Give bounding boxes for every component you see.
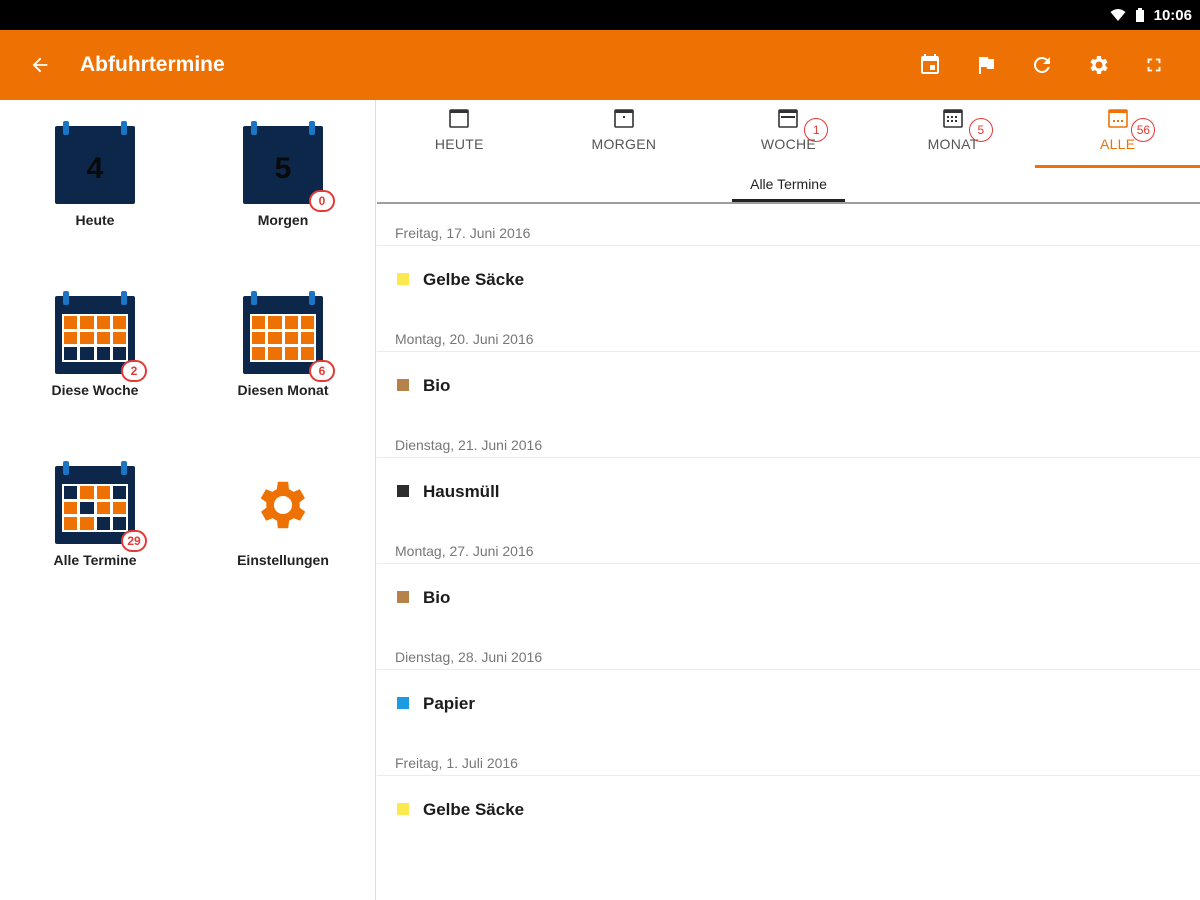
- tile-morgen-label: Morgen: [257, 212, 309, 228]
- schedule-group: Freitag, 17. Juni 2016 Gelbe Säcke: [377, 220, 1200, 326]
- subtab-alle-termine[interactable]: Alle Termine: [732, 168, 845, 202]
- waste-color-swatch: [397, 379, 409, 391]
- tab-monat[interactable]: MONAT 5: [871, 100, 1036, 168]
- tab-morgen-label: MORGEN: [591, 136, 657, 152]
- waste-type-label: Gelbe Säcke: [423, 800, 525, 819]
- waste-type-label: Bio: [423, 588, 451, 607]
- tile-heute[interactable]: 4 Heute: [20, 121, 170, 228]
- schedule-group: Montag, 20. Juni 2016 Bio: [377, 326, 1200, 432]
- wifi-icon: [1110, 9, 1126, 21]
- date-header: Montag, 27. Juni 2016: [377, 538, 1200, 564]
- tile-einstellungen[interactable]: Einstellungen: [208, 466, 358, 568]
- list-item[interactable]: Gelbe Säcke: [377, 776, 1200, 856]
- tile-heute-label: Heute: [75, 212, 115, 228]
- waste-type-label: Bio: [423, 376, 451, 395]
- tile-alle-badge: 29: [121, 530, 147, 552]
- schedule-panel: HEUTE MORGEN WOCHE 1 MONAT 5 ALLE 56 All…: [377, 100, 1200, 900]
- schedule-group: Dienstag, 21. Juni 2016 Hausmüll: [377, 432, 1200, 538]
- app-bar: Abfuhrtermine: [0, 30, 1200, 100]
- tile-monat-label: Diesen Monat: [237, 382, 329, 398]
- calendar-event-button[interactable]: [902, 37, 958, 93]
- waste-color-swatch: [397, 803, 409, 815]
- tile-woche-label: Diese Woche: [51, 382, 139, 398]
- list-item[interactable]: Bio: [377, 564, 1200, 644]
- tile-einstellungen-label: Einstellungen: [237, 552, 329, 568]
- gear-icon: [260, 481, 306, 529]
- tile-alle-termine[interactable]: 29 Alle Termine: [20, 461, 170, 568]
- flag-button[interactable]: [958, 37, 1014, 93]
- dashboard-panel: 4 Heute 5 0 Morgen 2 Diese Woche 6 Diese…: [0, 100, 376, 900]
- waste-color-swatch: [397, 591, 409, 603]
- date-header: Montag, 20. Juni 2016: [377, 326, 1200, 352]
- calendar-month-icon: [943, 109, 963, 128]
- tab-alle-badge: 56: [1131, 118, 1156, 142]
- subtab-bar: Alle Termine: [377, 168, 1200, 204]
- calendar-tomorrow-icon: 5 0: [243, 121, 335, 212]
- date-header: Dienstag, 21. Juni 2016: [377, 432, 1200, 458]
- calendar-icon: [614, 109, 634, 128]
- calendar-month-icon: 6: [243, 291, 335, 382]
- tab-morgen[interactable]: MORGEN: [542, 100, 707, 168]
- tile-heute-number: 4: [86, 152, 104, 185]
- waste-color-swatch: [397, 485, 409, 497]
- date-header: Dienstag, 28. Juni 2016: [377, 644, 1200, 670]
- list-item[interactable]: Papier: [377, 670, 1200, 750]
- tile-diesen-monat[interactable]: 6 Diesen Monat: [208, 291, 358, 398]
- tile-morgen-number: 5: [274, 152, 292, 185]
- calendar-all-icon: 29: [55, 461, 147, 552]
- calendar-today-icon: 4: [55, 121, 135, 204]
- tab-heute-label: HEUTE: [434, 136, 484, 152]
- flag-icon: [979, 57, 994, 74]
- tile-monat-badge: 6: [309, 360, 335, 382]
- waste-color-swatch: [397, 697, 409, 709]
- tile-diese-woche[interactable]: 2 Diese Woche: [20, 291, 170, 398]
- calendar-icon: [449, 109, 470, 128]
- gear-icon: [1090, 56, 1108, 74]
- settings-button[interactable]: [1070, 37, 1126, 93]
- tab-woche-badge: 1: [804, 118, 829, 142]
- calendar-week-icon: 2: [55, 291, 147, 382]
- fullscreen-button[interactable]: [1126, 37, 1182, 93]
- back-button[interactable]: [0, 30, 80, 100]
- tab-woche[interactable]: WOCHE 1: [706, 100, 871, 168]
- tile-alle-label: Alle Termine: [53, 552, 137, 568]
- tile-woche-badge: 2: [121, 360, 147, 382]
- list-item[interactable]: Bio: [377, 352, 1200, 432]
- calendar-week-icon: [778, 109, 799, 128]
- tab-monat-label: MONAT: [927, 136, 979, 152]
- battery-icon: [1135, 8, 1144, 22]
- status-bar: 10:06: [0, 0, 1200, 30]
- waste-type-label: Gelbe Säcke: [423, 270, 525, 289]
- list-item[interactable]: Gelbe Säcke: [377, 246, 1200, 326]
- tile-morgen[interactable]: 5 0 Morgen: [208, 121, 358, 228]
- schedule-group: Montag, 27. Juni 2016 Bio: [377, 538, 1200, 644]
- arrow-back-icon: [32, 57, 48, 73]
- fullscreen-icon: [1147, 58, 1161, 72]
- waste-type-label: Papier: [423, 694, 475, 713]
- refresh-button[interactable]: [1014, 37, 1070, 93]
- tab-alle-label: ALLE: [1099, 136, 1136, 152]
- tab-heute[interactable]: HEUTE: [377, 100, 542, 168]
- status-time: 10:06: [1153, 6, 1192, 24]
- schedule-group: Freitag, 1. Juli 2016 Gelbe Säcke: [377, 750, 1200, 856]
- page-title: Abfuhrtermine: [80, 53, 225, 76]
- schedule-group: Dienstag, 28. Juni 2016 Papier: [377, 644, 1200, 750]
- tab-bar: HEUTE MORGEN WOCHE 1 MONAT 5 ALLE 56: [377, 100, 1200, 168]
- list-item[interactable]: Hausmüll: [377, 458, 1200, 538]
- waste-type-label: Hausmüll: [423, 482, 500, 501]
- date-header: Freitag, 17. Juni 2016: [377, 220, 1200, 246]
- date-header: Freitag, 1. Juli 2016: [377, 750, 1200, 776]
- calendar-all-icon: [1107, 109, 1128, 128]
- schedule-list: Freitag, 17. Juni 2016 Gelbe Säcke Montag,…: [377, 204, 1200, 856]
- tab-alle[interactable]: ALLE 56: [1035, 100, 1200, 168]
- waste-color-swatch: [397, 273, 409, 285]
- refresh-icon: [1033, 56, 1050, 73]
- calendar-event-icon: [921, 54, 939, 74]
- tile-morgen-badge: 0: [309, 190, 335, 212]
- tab-monat-badge: 5: [968, 118, 993, 142]
